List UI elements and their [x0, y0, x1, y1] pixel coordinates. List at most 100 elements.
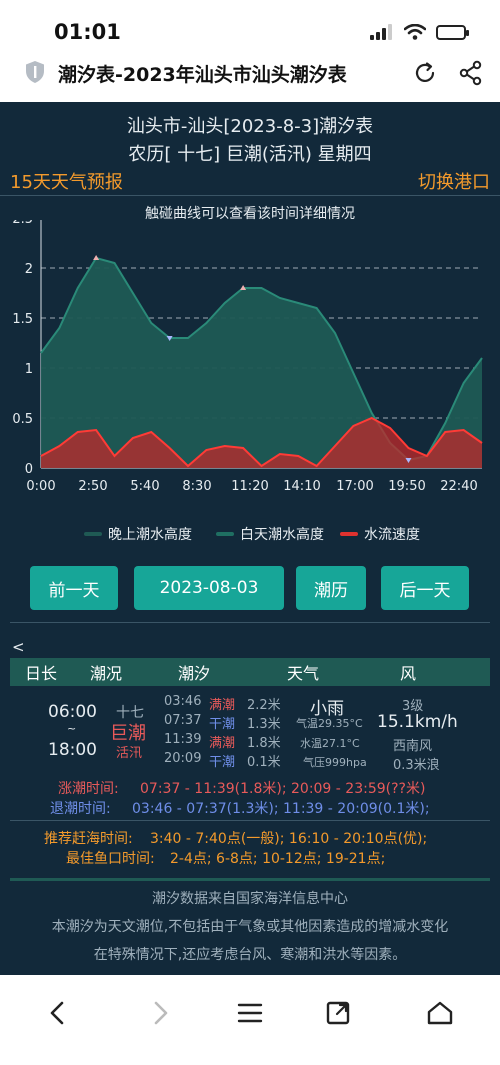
- back-button[interactable]: [38, 993, 78, 1033]
- sunrise-time: 06:00: [48, 702, 97, 722]
- date-nav: 前一天 2023-08-03 潮历 后一天: [0, 566, 500, 612]
- fish-time-value: 2-4点; 6-8点; 10-12点; 19-21点;: [170, 851, 386, 867]
- menu-button[interactable]: [230, 993, 270, 1033]
- data-source: 潮汐数据来自国家海洋信息中心: [152, 891, 348, 907]
- status-bar: 01:01: [0, 0, 500, 60]
- col-weather: 天气: [286, 664, 319, 683]
- lunar-info: 农历[ 十七] 巨潮(活汛) 星期四: [128, 144, 372, 165]
- tide-height: 0.1米: [247, 755, 281, 770]
- y-tick-label: 0.5: [12, 412, 33, 427]
- reload-icon[interactable]: [412, 60, 438, 86]
- tide-height-area[interactable]: [41, 258, 482, 468]
- tide-type-label: 满潮: [209, 736, 236, 751]
- tide-type-label: 干潮: [209, 717, 236, 732]
- home-button[interactable]: [420, 993, 460, 1033]
- times-divider: [10, 820, 490, 821]
- air-temp: 气温29.35°C: [296, 717, 363, 730]
- tide-sub: 活汛: [116, 746, 143, 761]
- wind-speed: 15.1km/h: [377, 712, 458, 732]
- tide-time: 07:37: [164, 713, 202, 728]
- legend-speed-label: 水流速度: [364, 527, 420, 543]
- y-tick-label: 2.5: [12, 220, 33, 227]
- page-title: 潮汐表-2023年汕头市汕头潮汐表: [58, 64, 347, 86]
- col-wind: 风: [399, 664, 416, 683]
- col-daylength: 日长: [24, 664, 57, 683]
- shield-icon: [26, 61, 44, 83]
- legend-day-label: 白天潮水高度: [240, 527, 324, 543]
- x-tick-label: 19:50: [388, 479, 425, 494]
- disclaimer-2: 在特殊情况下,还应考虑台风、寒潮和洪水等因素。: [93, 947, 407, 963]
- next-day-button[interactable]: 后一天: [381, 566, 469, 610]
- legend-night-swatch: [84, 532, 102, 536]
- rise-time-value: 07:37 - 11:39(1.8米); 20:09 - 23:59(??米): [140, 781, 426, 797]
- browser-toolbar: [0, 975, 500, 1065]
- tilde: ~: [67, 722, 77, 735]
- wind-direction: 西南风: [393, 739, 433, 754]
- water-temp: 水温27.1°C: [300, 737, 360, 750]
- tide-time: 20:09: [164, 751, 202, 766]
- x-tick-label: 2:50: [78, 479, 107, 494]
- tide-app: 汕头市-汕头[2023-8-3]潮汐表 农历[ 十七] 巨潮(活汛) 星期四 1…: [0, 102, 500, 975]
- y-tick-label: 1.5: [12, 312, 33, 327]
- tabs-button[interactable]: [318, 993, 358, 1033]
- tide-height: 2.2米: [247, 698, 281, 713]
- x-tick-label: 8:30: [182, 479, 211, 494]
- battery-icon: [436, 24, 469, 40]
- cellular-signal-icon: [370, 24, 392, 40]
- home-icon: [427, 1001, 453, 1025]
- legend-day: 白天潮水高度: [216, 524, 324, 544]
- share-icon[interactable]: [458, 60, 484, 86]
- col-tide-status: 潮况: [89, 664, 122, 683]
- legend-night-label: 晚上潮水高度: [108, 527, 192, 543]
- high-tide-marker: [93, 255, 100, 260]
- legend-speed: 水流速度: [340, 524, 420, 544]
- switch-port-link[interactable]: 切换港口: [418, 168, 490, 194]
- footer-divider: [10, 878, 490, 881]
- location-date-title: 汕头市-汕头[2023-8-3]潮汐表: [126, 116, 374, 137]
- y-tick-label: 1: [25, 362, 33, 377]
- pressure: 气压999hpa: [303, 756, 367, 769]
- y-tick-label: 0: [25, 462, 33, 477]
- tide-chart-svg[interactable]: 0 0.5 1 1.5 2 2.5 0:00 2:50 5:40 8:30 11:20 14:10 17…: [0, 220, 500, 520]
- x-tick-label: 22:40: [440, 479, 477, 494]
- chevron-right-icon: [154, 1001, 168, 1025]
- legend-night: 晚上潮水高度: [84, 524, 192, 544]
- sea-time-label: 推荐赶海时间:: [44, 831, 133, 847]
- fall-time-label: 退潮时间:: [50, 801, 111, 817]
- tide-height: 1.3米: [247, 717, 281, 732]
- tide-time: 03:46: [164, 694, 202, 709]
- rise-time-label: 涨潮时间:: [58, 781, 119, 797]
- legend-speed-swatch: [340, 532, 358, 536]
- date-picker-button[interactable]: 2023-08-03: [134, 566, 284, 610]
- prev-day-button[interactable]: 前一天: [30, 566, 118, 610]
- wave-height: 0.3米浪: [393, 758, 440, 773]
- tide-height: 1.8米: [247, 736, 281, 751]
- tide-chart[interactable]: 0 0.5 1 1.5 2 2.5 0:00 2:50 5:40 8:30 11:20 14:10 17…: [0, 220, 500, 542]
- chevron-left-icon: [50, 1001, 64, 1025]
- x-tick-label: 5:40: [130, 479, 159, 494]
- menu-icon: [237, 1003, 263, 1023]
- status-icons: [370, 24, 469, 40]
- col-tide: 潮汐: [177, 664, 210, 683]
- x-tick-label: 0:00: [26, 479, 55, 494]
- header-divider: [0, 195, 500, 196]
- tide-type-label: 干潮: [209, 755, 236, 770]
- y-tick-label: 2: [25, 262, 33, 277]
- x-tick-label: 11:20: [231, 479, 268, 494]
- wifi-icon: [404, 24, 426, 40]
- x-tick-label: 14:10: [283, 479, 320, 494]
- sea-time-value: 3:40 - 7:40点(一般); 16:10 - 20:10点(优);: [150, 831, 428, 847]
- tabs-icon: [326, 1001, 350, 1025]
- legend-day-swatch: [216, 532, 234, 536]
- table-header: 日长 潮况 潮汐 天气 风: [10, 658, 490, 686]
- sunset-time: 18:00: [48, 740, 97, 760]
- tide-time: 11:39: [164, 732, 202, 747]
- browser-title-bar: 潮汐表-2023年汕头市汕头潮汐表: [0, 60, 500, 102]
- nav-divider: [10, 622, 490, 623]
- fall-time-value: 03:46 - 07:37(1.3米); 11:39 - 20:09(0.1米)…: [132, 801, 430, 817]
- back-arrow[interactable]: <: [12, 638, 25, 656]
- tide-calendar-button[interactable]: 潮历: [296, 566, 366, 610]
- status-time: 01:01: [54, 20, 121, 44]
- weather-forecast-link[interactable]: 15天天气预报: [10, 168, 123, 194]
- forward-button[interactable]: [140, 993, 180, 1033]
